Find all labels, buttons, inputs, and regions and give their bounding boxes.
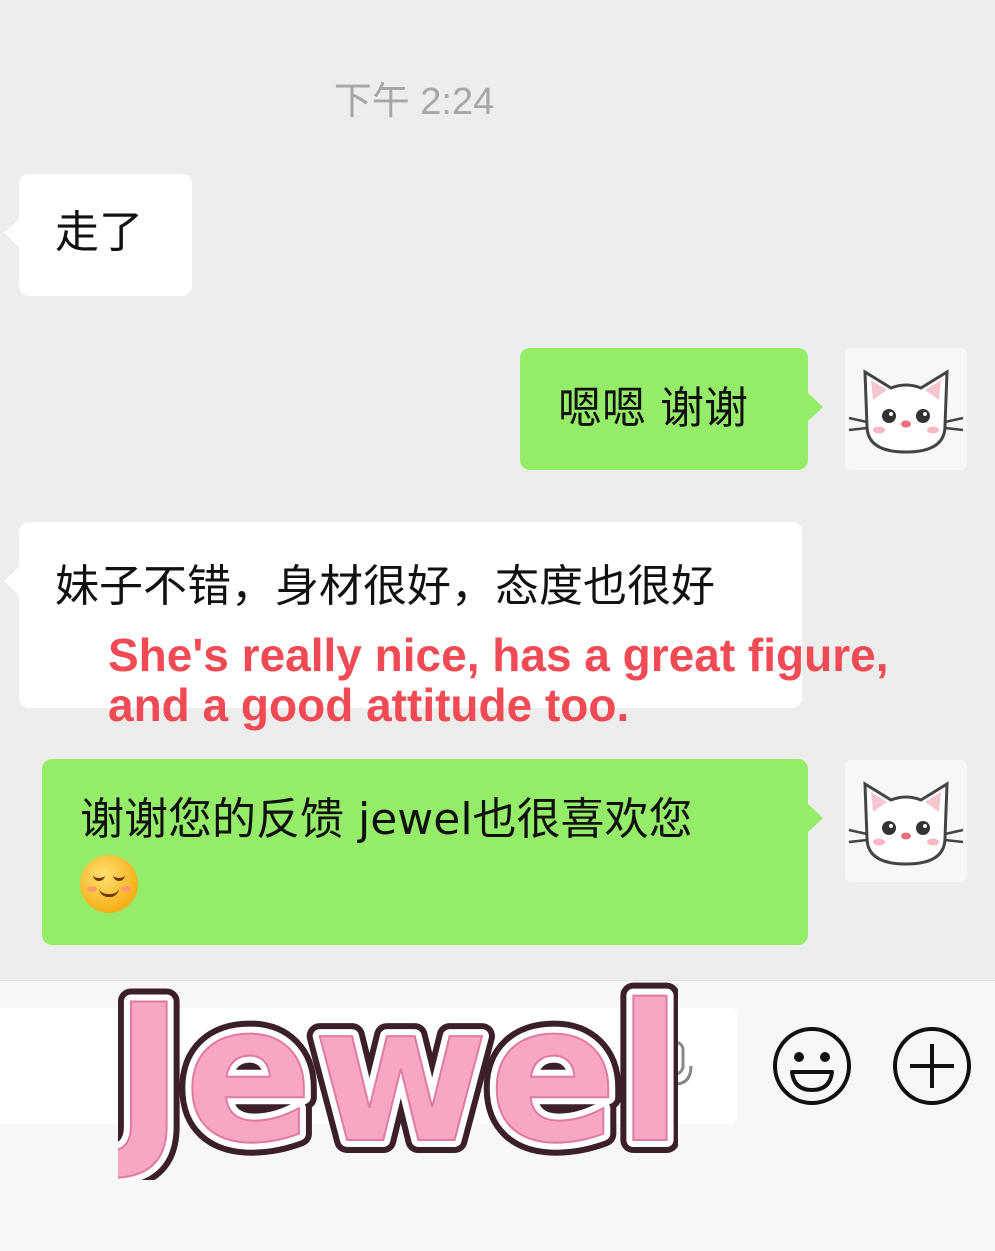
- message-text: 嗯嗯 谢谢: [558, 383, 748, 434]
- svg-text:Jewel: Jewel: [118, 964, 678, 1180]
- message-text: 妹子不错，身材很好，态度也很好: [55, 561, 715, 612]
- translation-overlay-text: She's really nice, has a great figure, a…: [108, 629, 889, 731]
- outgoing-message-bubble[interactable]: 谢谢您的反馈 jewel也很喜欢您: [42, 759, 823, 945]
- jewel-watermark-logo: Jewel Jewel Jewel: [118, 960, 678, 1180]
- message-timestamp: 下午 2:24: [333, 81, 495, 123]
- cat-avatar-icon[interactable]: [845, 348, 967, 470]
- smiling-face-emoji: [80, 855, 138, 913]
- cat-avatar-icon[interactable]: [845, 760, 967, 882]
- plus-icon[interactable]: [890, 1024, 974, 1108]
- smiley-icon[interactable]: [770, 1024, 854, 1108]
- message-text: 谢谢您的反馈 jewel也很喜欢您: [80, 794, 693, 845]
- outgoing-message-bubble[interactable]: 嗯嗯 谢谢: [520, 348, 823, 470]
- incoming-message-bubble[interactable]: 走了: [4, 174, 192, 296]
- message-text: 走了: [55, 207, 143, 258]
